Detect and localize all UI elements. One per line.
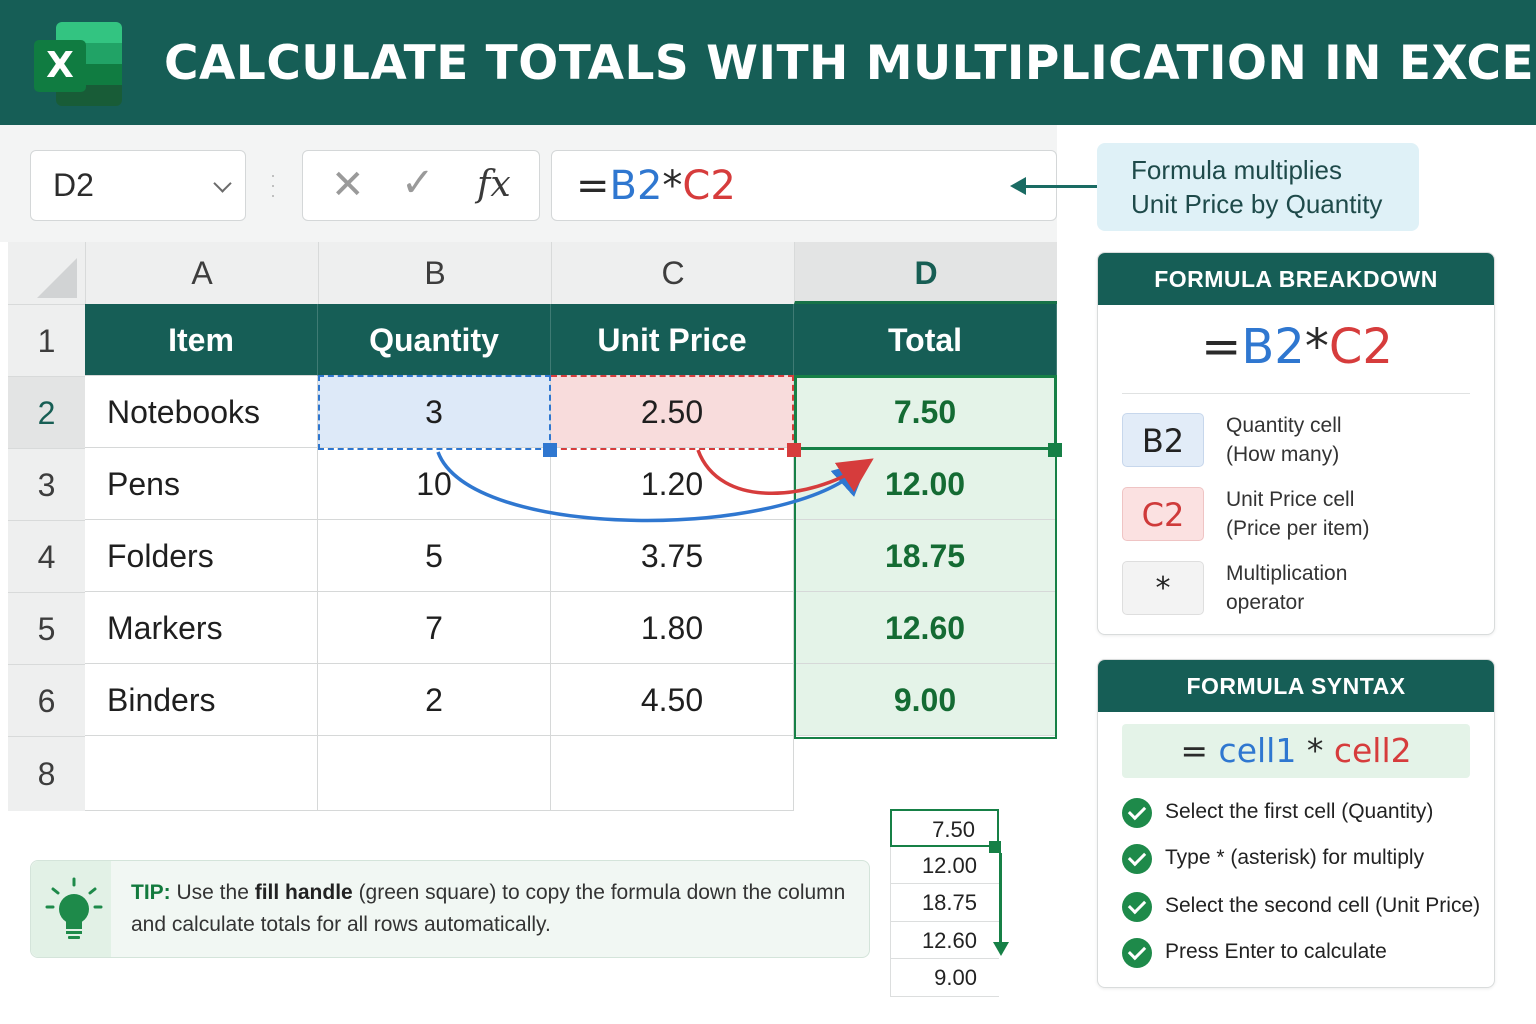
cell-b5[interactable]: 7 bbox=[318, 592, 551, 664]
enter-check-icon[interactable]: ✓ bbox=[401, 163, 435, 203]
cell-c5[interactable]: 1.80 bbox=[551, 592, 794, 664]
cell-b3[interactable]: 10 bbox=[318, 448, 551, 520]
c2-reference-outline bbox=[551, 375, 794, 450]
chip-b2-desc: Quantity cell (How many) bbox=[1226, 414, 1342, 466]
excel-logo-letter: X bbox=[34, 40, 86, 92]
excel-logo-icon: X bbox=[34, 22, 124, 106]
cell-c3[interactable]: 1.20 bbox=[551, 448, 794, 520]
formula-input[interactable]: =B2*C2 bbox=[551, 150, 1057, 221]
column-header-a[interactable]: A bbox=[85, 242, 318, 304]
syntax-title: FORMULA SYNTAX bbox=[1098, 660, 1494, 712]
title-banner: X CALCULATE TOTALS WITH MULTIPLICATION I… bbox=[0, 0, 1536, 125]
header-cell-quantity[interactable]: Quantity bbox=[318, 304, 551, 376]
preview-cell: 18.75 bbox=[890, 884, 999, 922]
row-header-1[interactable]: 1 bbox=[8, 304, 85, 376]
breakdown-formula: =B2*C2 bbox=[1201, 319, 1393, 375]
name-box-value: D2 bbox=[53, 167, 94, 203]
cell-b8[interactable] bbox=[318, 736, 551, 811]
fill-down-arrow-line bbox=[999, 853, 1002, 943]
callout-line-1: Formula multiplies bbox=[1131, 155, 1342, 185]
row-header-6[interactable]: 6 bbox=[8, 664, 85, 736]
row-header-8[interactable]: 8 bbox=[8, 736, 85, 811]
cell-a2[interactable]: Notebooks bbox=[85, 376, 318, 448]
preview-cell: 9.00 bbox=[890, 959, 999, 997]
syntax-formula: = cell1 * cell2 bbox=[1122, 724, 1470, 778]
formula-breakdown-panel: FORMULA BREAKDOWN =B2*C2 B2 Quantity cel… bbox=[1097, 252, 1495, 635]
row-header-3[interactable]: 3 bbox=[8, 448, 85, 520]
cell-c8[interactable] bbox=[551, 736, 794, 811]
cell-d8[interactable] bbox=[794, 736, 1057, 811]
fill-down-preview: 7.50 12.00 18.75 12.60 9.00 bbox=[890, 809, 999, 997]
chip-c2: C2 bbox=[1122, 487, 1204, 541]
row-header-5[interactable]: 5 bbox=[8, 592, 85, 664]
preview-cell: 7.50 bbox=[890, 809, 999, 847]
callout-arrow-icon bbox=[1010, 177, 1026, 195]
formula-syntax-panel: FORMULA SYNTAX = cell1 * cell2 Select th… bbox=[1097, 659, 1495, 988]
name-box[interactable]: D2 bbox=[30, 150, 246, 221]
check-icon bbox=[1122, 938, 1152, 968]
column-header-d[interactable]: D bbox=[794, 242, 1057, 304]
tip-label: TIP: bbox=[131, 881, 171, 904]
row-header-2[interactable]: 2 bbox=[8, 376, 85, 448]
check-icon bbox=[1122, 844, 1152, 874]
chip-b2: B2 bbox=[1122, 413, 1204, 467]
page-title: CALCULATE TOTALS WITH MULTIPLICATION IN … bbox=[164, 36, 1536, 91]
c2-handle-icon bbox=[787, 443, 801, 457]
divider bbox=[1122, 393, 1470, 394]
cell-b6[interactable]: 2 bbox=[318, 664, 551, 736]
cell-a8[interactable] bbox=[85, 736, 318, 811]
chip-asterisk: * bbox=[1122, 561, 1204, 615]
preview-fill-handle-icon bbox=[989, 841, 1001, 853]
cell-a4[interactable]: Folders bbox=[85, 520, 318, 592]
active-cell-outline bbox=[794, 375, 1057, 450]
tip-bold: fill handle bbox=[254, 881, 353, 904]
column-header-b[interactable]: B bbox=[318, 242, 551, 304]
chevron-down-icon[interactable] bbox=[213, 174, 232, 193]
preview-cell: 12.60 bbox=[890, 921, 999, 960]
callout-arrow-line bbox=[1022, 185, 1098, 188]
cell-c6[interactable]: 4.50 bbox=[551, 664, 794, 736]
header-cell-item[interactable]: Item bbox=[85, 304, 318, 376]
cell-a5[interactable]: Markers bbox=[85, 592, 318, 664]
cell-a6[interactable]: Binders bbox=[85, 664, 318, 736]
cell-a3[interactable]: Pens bbox=[85, 448, 318, 520]
tip-text: TIP: Use the fill handle (green square) … bbox=[131, 881, 846, 936]
check-icon bbox=[1122, 798, 1152, 828]
formula-callout: Formula multiplies Unit Price by Quantit… bbox=[1097, 143, 1419, 231]
chip-c2-desc: Unit Price cell (Price per item) bbox=[1226, 488, 1370, 540]
select-all-corner[interactable] bbox=[8, 242, 85, 304]
formula-text: =B2*C2 bbox=[576, 163, 736, 209]
callout-line-2: Unit Price by Quantity bbox=[1131, 189, 1383, 219]
formula-controls: ✕ ✓ fx bbox=[302, 150, 540, 221]
cell-b4[interactable]: 5 bbox=[318, 520, 551, 592]
b2-reference-outline bbox=[318, 375, 551, 450]
check-icon bbox=[1122, 892, 1152, 922]
header-cell-unit-price[interactable]: Unit Price bbox=[551, 304, 794, 376]
cell-c4[interactable]: 3.75 bbox=[551, 520, 794, 592]
lightbulb-icon bbox=[31, 861, 111, 957]
chip-asterisk-desc: Multiplication operator bbox=[1226, 562, 1348, 614]
fill-down-arrow-icon bbox=[993, 942, 1009, 956]
row-header-4[interactable]: 4 bbox=[8, 520, 85, 592]
column-header-c[interactable]: C bbox=[551, 242, 794, 304]
more-options-icon: · · · bbox=[270, 165, 276, 205]
b2-handle-icon bbox=[543, 443, 557, 457]
insert-function-icon[interactable]: fx bbox=[477, 164, 511, 205]
tip-box: TIP: Use the fill handle (green square) … bbox=[30, 860, 870, 958]
preview-cell: 12.00 bbox=[890, 846, 999, 885]
fill-handle[interactable] bbox=[1048, 443, 1062, 457]
breakdown-title: FORMULA BREAKDOWN bbox=[1098, 253, 1494, 305]
cancel-icon[interactable]: ✕ bbox=[331, 165, 365, 205]
header-cell-total[interactable]: Total bbox=[794, 304, 1057, 376]
